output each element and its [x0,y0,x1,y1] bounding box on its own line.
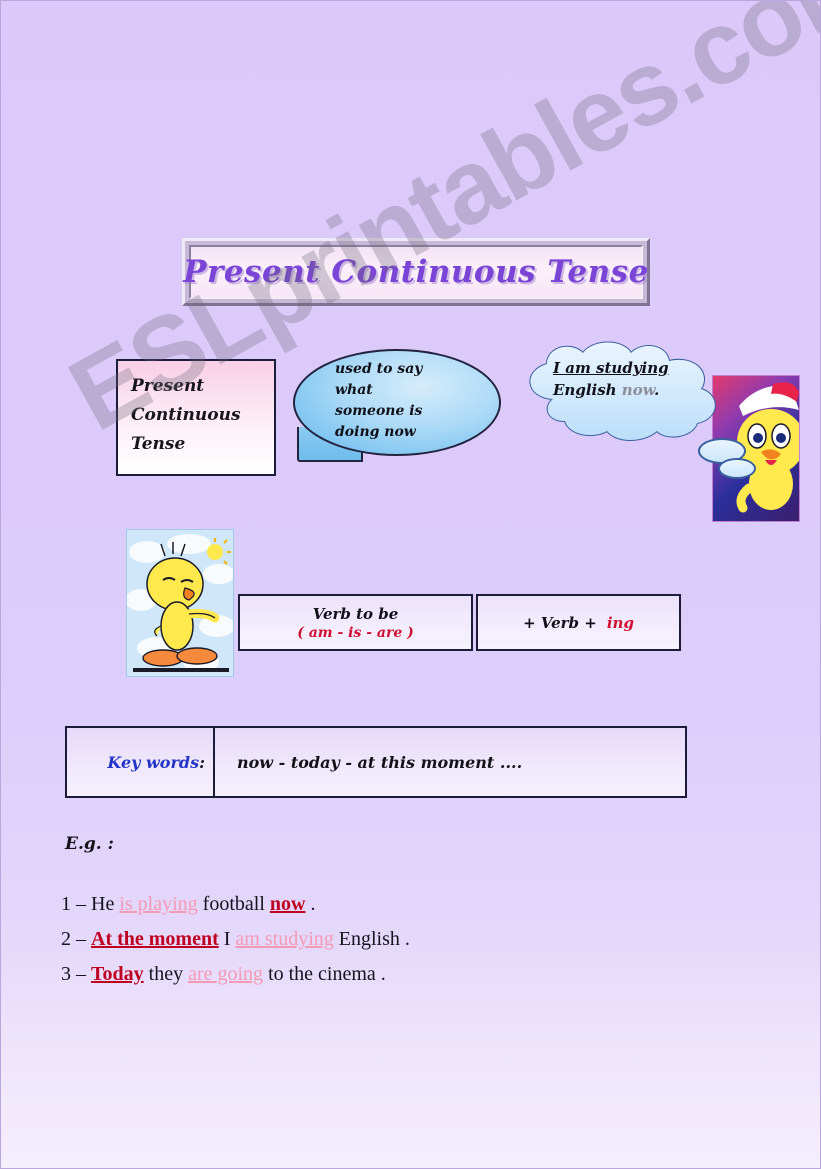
usage-line-2: what [335,382,373,398]
cloud-line-1: I am studying [553,359,669,377]
formula-verb-to-be-cell: Verb to be ( am - is - are ) [238,594,473,651]
example-3-verb: are going [188,963,264,985]
example-3-time: Today [91,963,144,985]
example-1-number: 1 – [61,893,91,915]
formula-be-forms: ( am - is - are ) [297,624,414,641]
thought-cloud-text: I am studying English now. [553,357,728,401]
example-1-part2: football [197,893,270,915]
example-thought-cloud: I am studying English now. [513,337,756,479]
example-line-3: 3 – Today they are going to the cinema . [61,957,681,992]
speech-bubble-text: used to say what someone is doing now [335,359,495,443]
formula-row: Verb to be ( am - is - are ) + Verb + ing [238,594,681,651]
formula-verb-prefix: + Verb + [523,613,597,632]
example-2-verb: am studying [235,928,334,950]
example-2-part1: I [218,928,236,950]
tense-name-box: Present Continuous Tense [116,359,276,476]
usage-speech-bubble: used to say what someone is doing now [293,349,501,462]
usage-line-1: used to say [335,361,423,377]
example-3-part2: to the cinema . [263,963,386,985]
formula-verb-ing-text: + Verb + ing [523,614,634,632]
example-1-part1: He [91,893,120,915]
usage-line-4: doing now [335,424,416,440]
tense-name-line-2: Continuous [131,405,241,425]
usage-line-3: someone is [335,403,423,419]
tense-name-line-1: Present [131,376,205,396]
keywords-label: Key words: [107,752,205,772]
tweety-pointing-image [126,529,234,677]
examples-label: E.g. : [65,834,114,854]
keywords-value-cell: now - today - at this moment .... [213,726,687,798]
example-1-part3: . [305,893,316,915]
examples-list: 1 – He is playing football now . 2 – At … [61,887,681,992]
keywords-label-cell: Key words: [65,726,215,798]
example-line-1: 1 – He is playing football now . [61,887,681,922]
example-2-number: 2 – [61,928,91,950]
page-title: Present Continuous Tense [183,254,649,290]
formula-verb-to-be-label: Verb to be [312,604,399,623]
formula-verb-ing-cell: + Verb + ing [476,594,681,651]
example-2-part2: English . [333,928,410,950]
tense-name-line-3: Tense [131,434,186,454]
keywords-row: Key words: now - today - at this moment … [65,726,687,798]
title-banner-inner: Present Continuous Tense [183,245,648,299]
formula-ing-suffix: ing [606,613,634,632]
example-2-time: At the moment [91,928,219,950]
cloud-line-2: English now. [553,381,660,399]
example-1-time: now [269,893,306,915]
example-line-2: 2 – At the moment I am studying English … [61,922,681,957]
example-1-verb: is playing [119,893,198,915]
keywords-value: now - today - at this moment .... [237,752,523,772]
thought-dot-small [718,458,756,479]
title-banner: Present Continuous Tense [182,238,650,306]
example-3-number: 3 – [61,963,91,985]
worksheet-page: ESLprintables.com Present Continuous Ten… [0,0,821,1169]
example-3-part1: they [143,963,189,985]
